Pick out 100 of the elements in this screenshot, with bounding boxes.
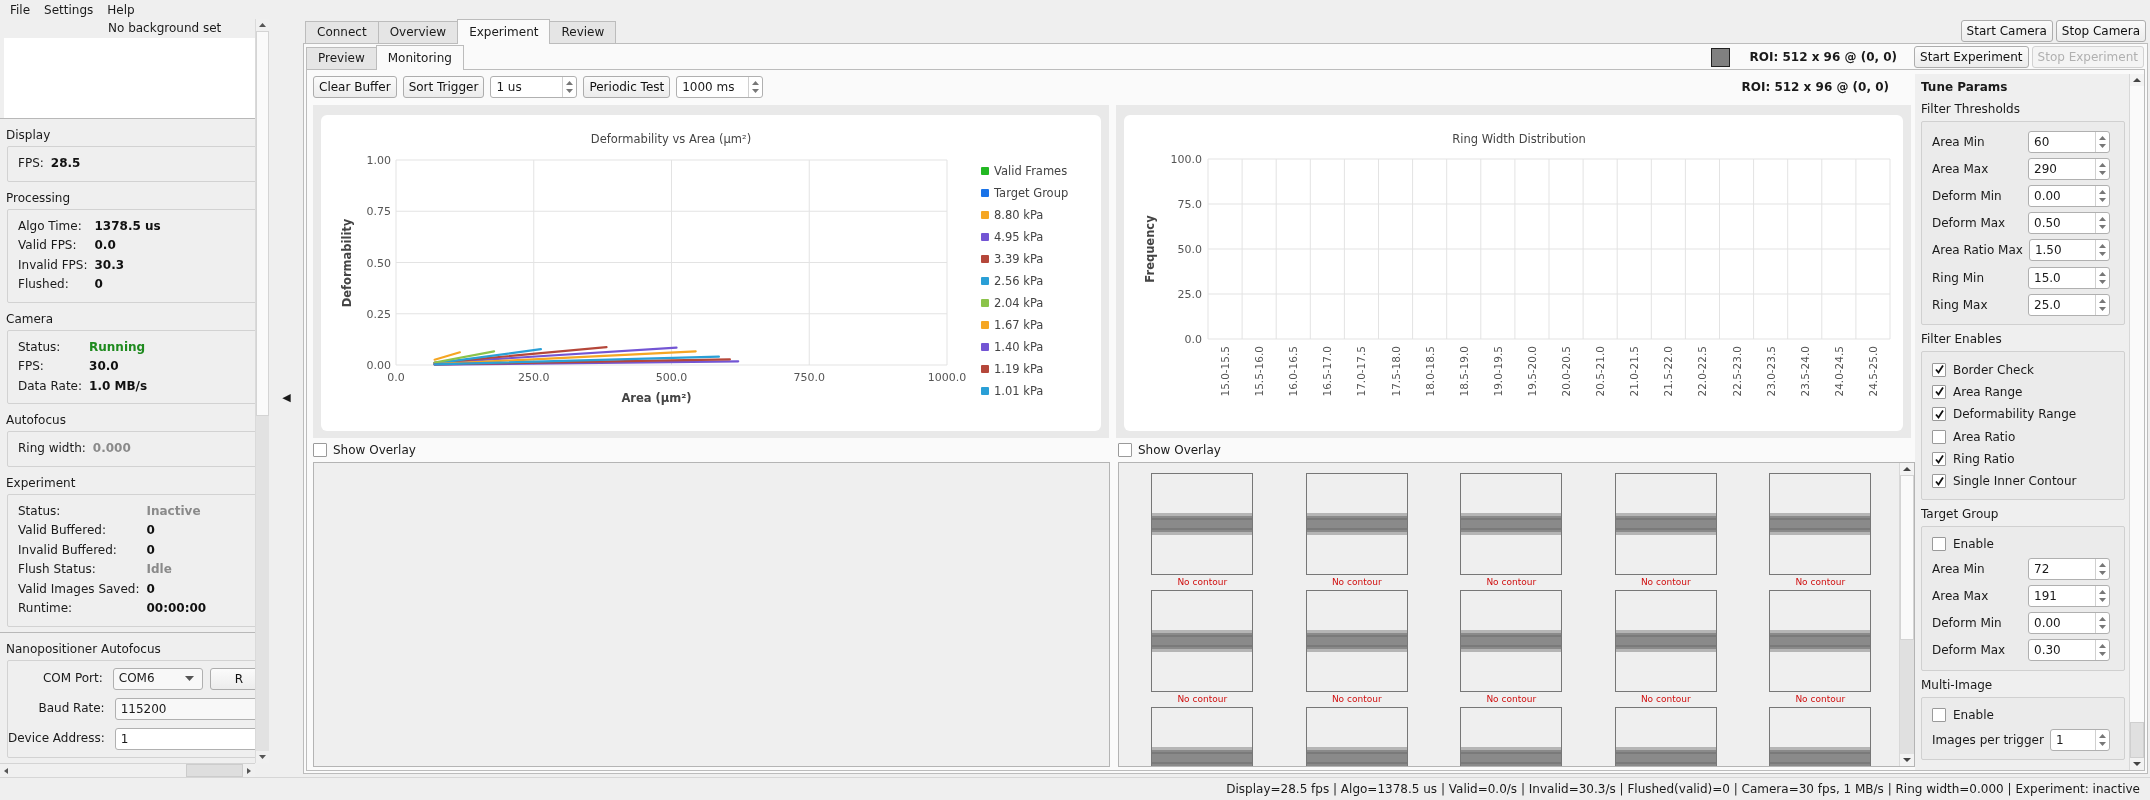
field-label: Status: — [18, 502, 62, 520]
axis-label: Frequency — [1142, 215, 1157, 283]
thumbnail-caption: No contour — [1486, 693, 1537, 706]
field-label: Invalid FPS: — [18, 256, 88, 274]
field-label: Data Rate: — [18, 377, 83, 395]
field-label: Area Min — [1932, 561, 1986, 576]
field-label: Baud Rate: — [37, 699, 105, 717]
field-label: Runtime: — [18, 600, 74, 617]
axis-label: Deformability — [340, 218, 354, 308]
tick-label: 0.00 — [366, 359, 391, 372]
category-label: 21.0-21.5 — [1627, 346, 1640, 397]
category-label: 17.0-17.5 — [1354, 346, 1367, 397]
chart-title: Deformability vs Area (µm²) — [590, 132, 752, 146]
field-label: FPS: — [18, 358, 45, 375]
category-label: 16.5-17.0 — [1320, 346, 1333, 397]
group-title: Nanopositioner Autofocus — [5, 640, 162, 657]
field-label: Deform Min — [1932, 188, 2003, 203]
category-label: 15.5-16.0 — [1252, 346, 1265, 397]
field-label: Invalid Buffered: — [18, 541, 118, 559]
tick-label: 500.0 — [655, 371, 688, 384]
thumbnail-caption: No contour — [1177, 693, 1228, 706]
field-label: Ring width: — [18, 440, 86, 457]
tick-label: 0.50 — [366, 256, 391, 270]
field-label: Valid Buffered: — [18, 522, 107, 539]
roi-label: ROI: 512 x 96 @ (0, 0) — [1741, 80, 1889, 94]
field-value: 0.0 — [94, 237, 117, 254]
category-label: 15.0-15.5 — [1218, 346, 1231, 397]
field-value: 1.0 MB/s — [89, 377, 149, 395]
field-value: 0 — [146, 580, 156, 598]
thumbnail-caption: No contour — [1177, 576, 1228, 589]
field-label: Area Ratio Max — [1932, 243, 2023, 258]
field-label: Area Max — [1932, 588, 1990, 603]
thumbnail-caption: No contour — [1795, 693, 1846, 706]
field-label: Images per trigger — [1932, 732, 2044, 747]
field-label: Valid FPS: — [18, 237, 78, 254]
field-label: Area Max — [1932, 161, 1990, 176]
tick-label: 250.0 — [518, 371, 550, 384]
field-label: Status: — [18, 338, 62, 356]
thumbnail-caption: No contour — [1640, 576, 1691, 589]
category-label: 20.5-21.0 — [1593, 346, 1606, 397]
field-value: 30.0 — [89, 358, 120, 375]
category-label: 16.0-16.5 — [1286, 346, 1299, 397]
field-label: Deform Max — [1932, 643, 2007, 658]
field-value: 30.3 — [94, 256, 126, 274]
panel-title: Tune Params — [1921, 79, 2009, 95]
thumbnail-caption: No contour — [1486, 576, 1537, 589]
category-label: 20.0-20.5 — [1559, 346, 1572, 397]
field-label: Ring Max — [1932, 297, 1989, 312]
group-title: Target Group — [1921, 505, 2000, 522]
tick-label: 100.0 — [1170, 153, 1202, 166]
group-title: Display — [5, 127, 52, 143]
tick-label: 50.0 — [1177, 243, 1202, 256]
field-value: Idle — [146, 561, 173, 578]
field-label: Ring Min — [1932, 270, 1985, 285]
roi-label: ROI: 512 x 96 @ (0, 0) — [1749, 50, 1898, 64]
category-label: 19.5-20.0 — [1525, 346, 1538, 397]
group-title: Autofocus — [5, 412, 67, 428]
category-label: 22.0-22.5 — [1695, 346, 1708, 397]
category-label: 21.5-22.0 — [1661, 346, 1674, 397]
thumbnail-caption: No contour — [1795, 576, 1846, 589]
field-label: Valid Images Saved: — [18, 580, 140, 598]
thumbnail-caption: No contour — [1640, 693, 1691, 706]
axis-label: Area (µm²) — [621, 391, 692, 405]
field-value: Inactive — [146, 502, 202, 520]
category-label: 24.5-25.0 — [1866, 346, 1879, 397]
tick-label: 750.0 — [793, 371, 825, 384]
field-value: Running — [89, 338, 147, 356]
field-value: 0.000 — [92, 440, 132, 457]
tick-label: 25.0 — [1177, 288, 1202, 301]
chart-title: Ring Width Distribution — [1451, 132, 1586, 146]
category-label: 17.5-18.0 — [1389, 346, 1402, 397]
field-label: FPS: — [18, 155, 44, 172]
background-label: No background set — [107, 20, 223, 37]
tick-label: 0.75 — [366, 205, 391, 219]
field-value: 1378.5 us — [94, 217, 162, 235]
thumbnail-caption: No contour — [1331, 576, 1382, 589]
category-label: 23.0-23.5 — [1764, 346, 1777, 397]
group-title: Experiment — [5, 474, 77, 491]
field-label: Area Min — [1932, 134, 1986, 149]
group-title: Camera — [5, 310, 55, 327]
tick-label: 0.0 — [1184, 333, 1202, 346]
field-value: 0 — [94, 276, 104, 293]
field-label: Flush Status: — [18, 561, 97, 578]
category-label: 18.5-19.0 — [1457, 346, 1470, 397]
field-label: Device Address: — [8, 729, 105, 747]
tick-label: 1000.0 — [927, 371, 967, 384]
field-value: 0 — [146, 541, 156, 559]
group-title: Filter Thresholds — [1921, 101, 2021, 117]
tick-label: 1.00 — [366, 154, 391, 167]
field-value: 28.5 — [50, 155, 82, 172]
category-label: 24.0-24.5 — [1832, 346, 1845, 397]
category-label: 18.0-18.5 — [1423, 346, 1436, 397]
field-value: 00:00:00 — [146, 600, 208, 617]
tick-label: 75.0 — [1177, 198, 1202, 211]
thumbnail-caption: No contour — [1331, 693, 1382, 706]
category-label: 23.5-24.0 — [1798, 346, 1811, 397]
field-label: Flushed: — [18, 276, 70, 293]
category-label: 19.0-19.5 — [1491, 346, 1504, 397]
tick-label: 0.0 — [387, 371, 405, 384]
field-label: Deform Max — [1932, 216, 2007, 231]
